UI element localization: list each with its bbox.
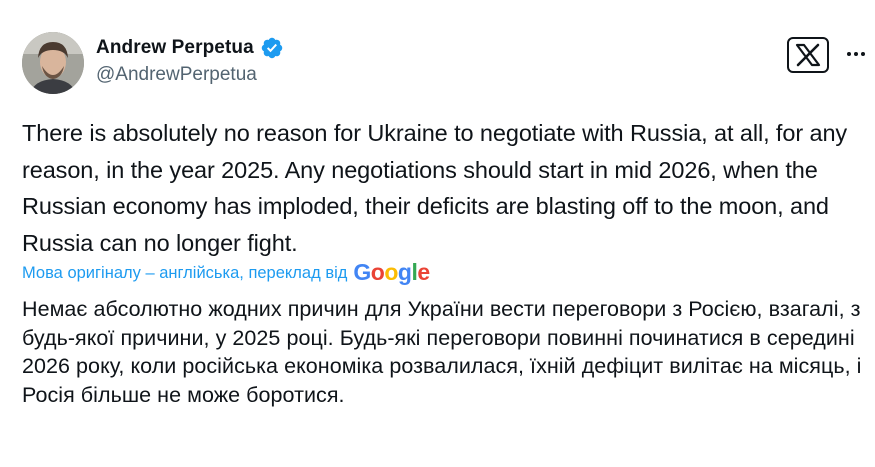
more-icon[interactable] [843, 44, 869, 64]
avatar-image [22, 32, 84, 94]
x-logo-icon[interactable] [787, 37, 829, 73]
translation-label-link[interactable]: Мова оригіналу – англійська, переклад ві… [22, 264, 347, 283]
author-handle[interactable]: @AndrewPerpetua [96, 64, 284, 86]
translated-tweet-text: Немає абсолютно жодних причин для Україн… [22, 297, 862, 407]
author-display-name[interactable]: Andrew Perpetua [96, 37, 254, 59]
translation-attribution: Мова оригіналу – англійська, переклад ві… [22, 259, 430, 285]
verified-badge-icon[interactable] [260, 36, 284, 60]
more-dot [861, 52, 865, 56]
tweet-card: Andrew Perpetua @AndrewPerpetua There is… [0, 0, 875, 467]
more-dot [847, 52, 851, 56]
avatar[interactable] [22, 32, 84, 94]
tweet-text: There is absolutely no reason for Ukrain… [22, 120, 848, 256]
more-dot [854, 52, 858, 56]
google-logo: Google [353, 259, 430, 285]
name-row: Andrew Perpetua [96, 36, 284, 60]
author-header: Andrew Perpetua @AndrewPerpetua [96, 36, 284, 86]
